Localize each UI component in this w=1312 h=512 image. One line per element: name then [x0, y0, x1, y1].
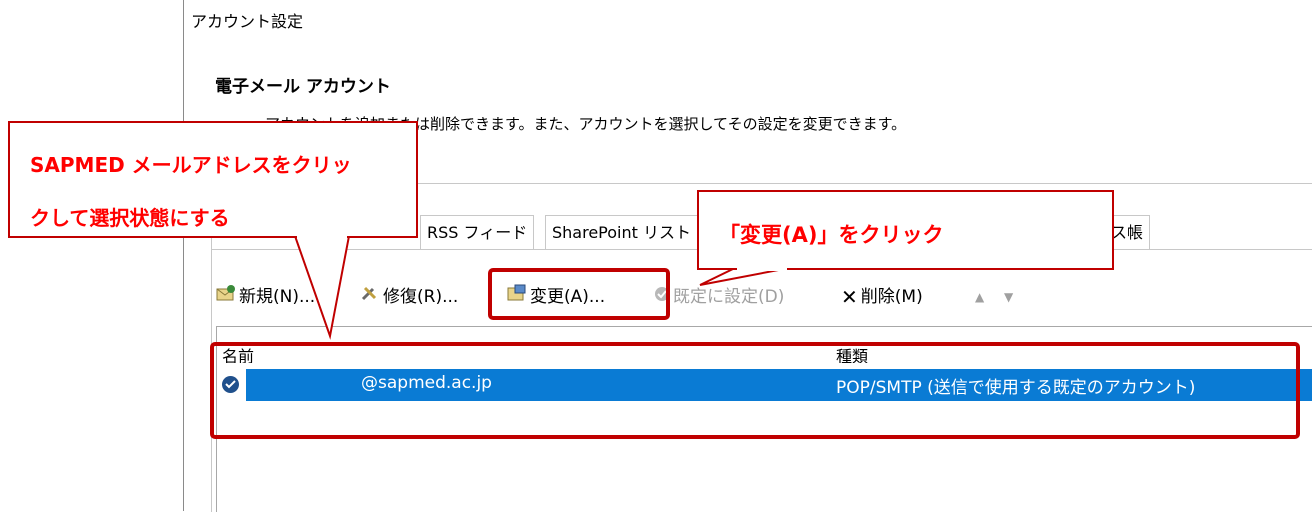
select-callout-line1: SAPMED メールアドレスをクリッ [30, 153, 352, 177]
select-callout-line2: クして選択状態にする [30, 206, 230, 230]
click-change-callout: 「変更(A)」をクリック [697, 190, 1114, 270]
select-account-callout: SAPMED メールアドレスをクリッ クして選択状態にする [8, 121, 418, 238]
callout-tail-join [297, 233, 347, 239]
callout-pointers [293, 235, 790, 340]
change-callout-text: 「変更(A)」をクリック [719, 223, 944, 247]
callout-tail-join-2 [737, 265, 787, 271]
